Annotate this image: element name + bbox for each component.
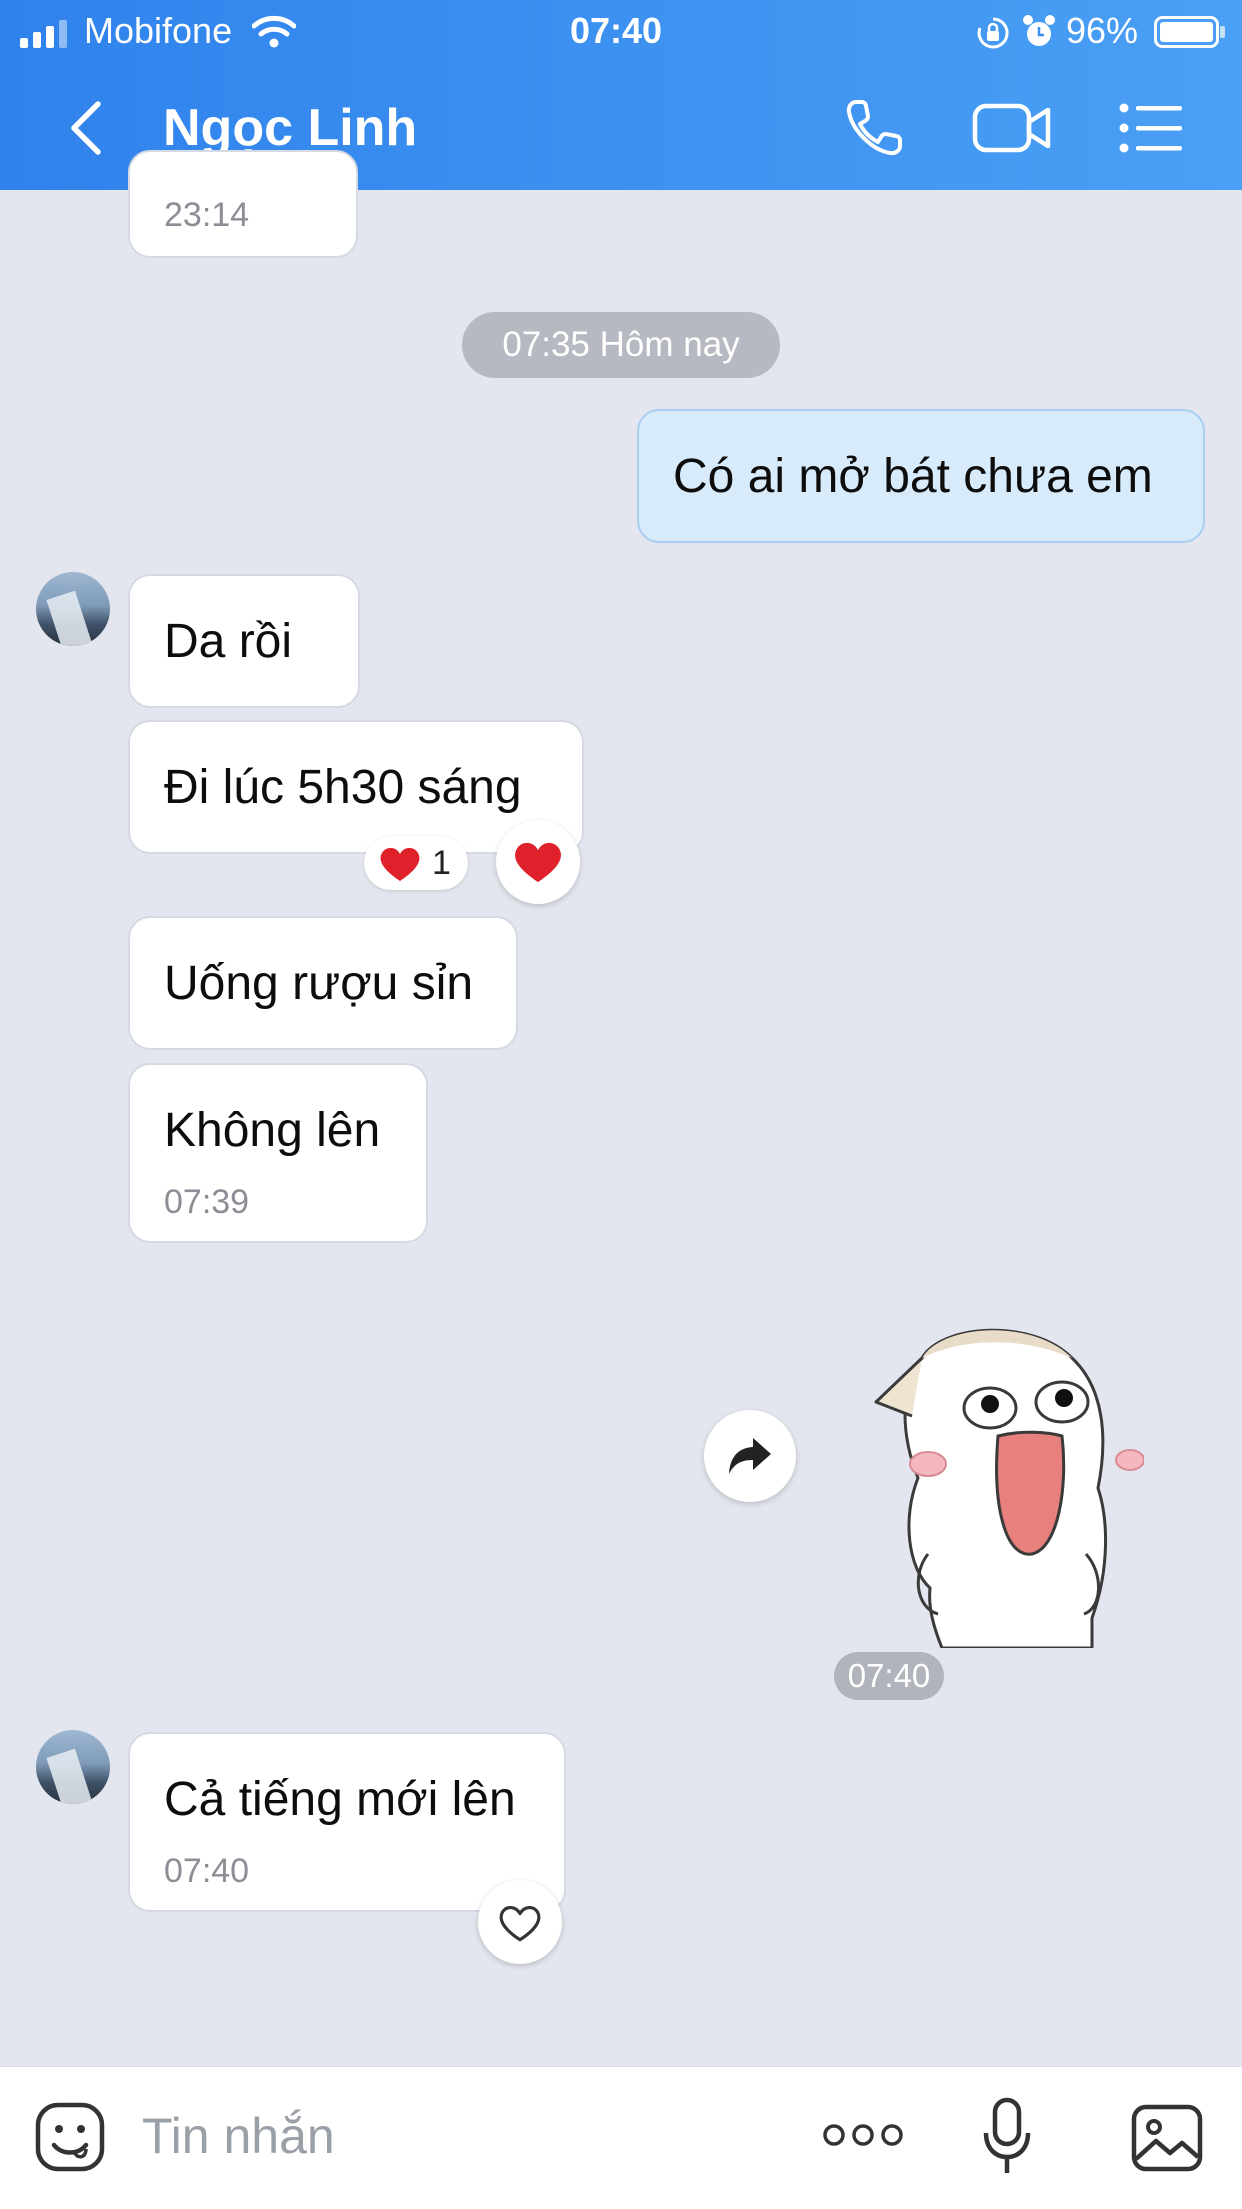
- battery-percent: 96%: [1066, 10, 1139, 51]
- phone-icon[interactable]: [842, 96, 906, 160]
- reaction-count: 1: [432, 844, 451, 882]
- sticker-image[interactable]: [872, 1318, 1144, 1648]
- like-button[interactable]: [478, 1880, 562, 1964]
- heart-outline-icon: [499, 1906, 541, 1942]
- alarm-icon: [1023, 15, 1055, 46]
- battery-icon: [1154, 16, 1225, 48]
- message-time: 07:39: [164, 1183, 250, 1221]
- contact-name[interactable]: Ngọc Linh: [163, 98, 417, 158]
- status-time: 07:40: [570, 10, 663, 51]
- date-divider: 07:35 Hôm nay: [462, 312, 780, 378]
- status-bar: Mobifone 07:40 96%: [0, 0, 1242, 62]
- message-text: Uống rượu sỉn: [164, 957, 474, 1010]
- sticker-time: 07:40: [834, 1652, 944, 1700]
- message-bubble-previous[interactable]: 23:14: [128, 150, 358, 258]
- rotation-lock-icon: [977, 17, 1009, 49]
- contact-avatar[interactable]: [36, 1730, 110, 1804]
- incoming-message[interactable]: Da rồi: [128, 574, 360, 708]
- message-text: Không lên: [164, 1104, 381, 1157]
- microphone-icon[interactable]: [982, 2097, 1032, 2177]
- message-time: 07:40: [164, 1852, 250, 1890]
- menu-icon[interactable]: [1118, 98, 1184, 158]
- wifi-icon: [252, 15, 296, 48]
- signal-icon: [20, 20, 67, 48]
- message-text: Có ai mở bát chưa em: [673, 450, 1153, 503]
- reaction-button[interactable]: [496, 820, 580, 904]
- message-input-bar: Tin nhắn: [0, 2066, 1242, 2209]
- incoming-message[interactable]: Không lên 07:39: [128, 1063, 428, 1243]
- heart-icon: [380, 847, 420, 881]
- message-input[interactable]: Tin nhắn: [142, 2107, 335, 2165]
- forward-button[interactable]: [704, 1410, 796, 1502]
- incoming-message[interactable]: Uống rượu sỉn: [128, 916, 518, 1050]
- message-text: Da rồi: [164, 615, 293, 668]
- reaction-summary[interactable]: 1: [364, 836, 468, 890]
- share-arrow-icon: [729, 1438, 771, 1474]
- carrier-name: Mobifone: [84, 10, 233, 51]
- my-message[interactable]: Có ai mở bát chưa em: [637, 409, 1205, 543]
- message-time: 23:14: [164, 196, 250, 234]
- emoji-icon[interactable]: [34, 2101, 106, 2173]
- more-icon[interactable]: [822, 2119, 904, 2151]
- back-icon[interactable]: [62, 98, 112, 158]
- contact-avatar[interactable]: [36, 572, 110, 646]
- video-call-icon[interactable]: [972, 98, 1052, 158]
- image-icon[interactable]: [1130, 2103, 1204, 2173]
- message-text: Cả tiếng mới lên: [164, 1773, 516, 1826]
- heart-icon: [515, 842, 561, 883]
- message-text: Đi lúc 5h30 sáng: [164, 761, 522, 814]
